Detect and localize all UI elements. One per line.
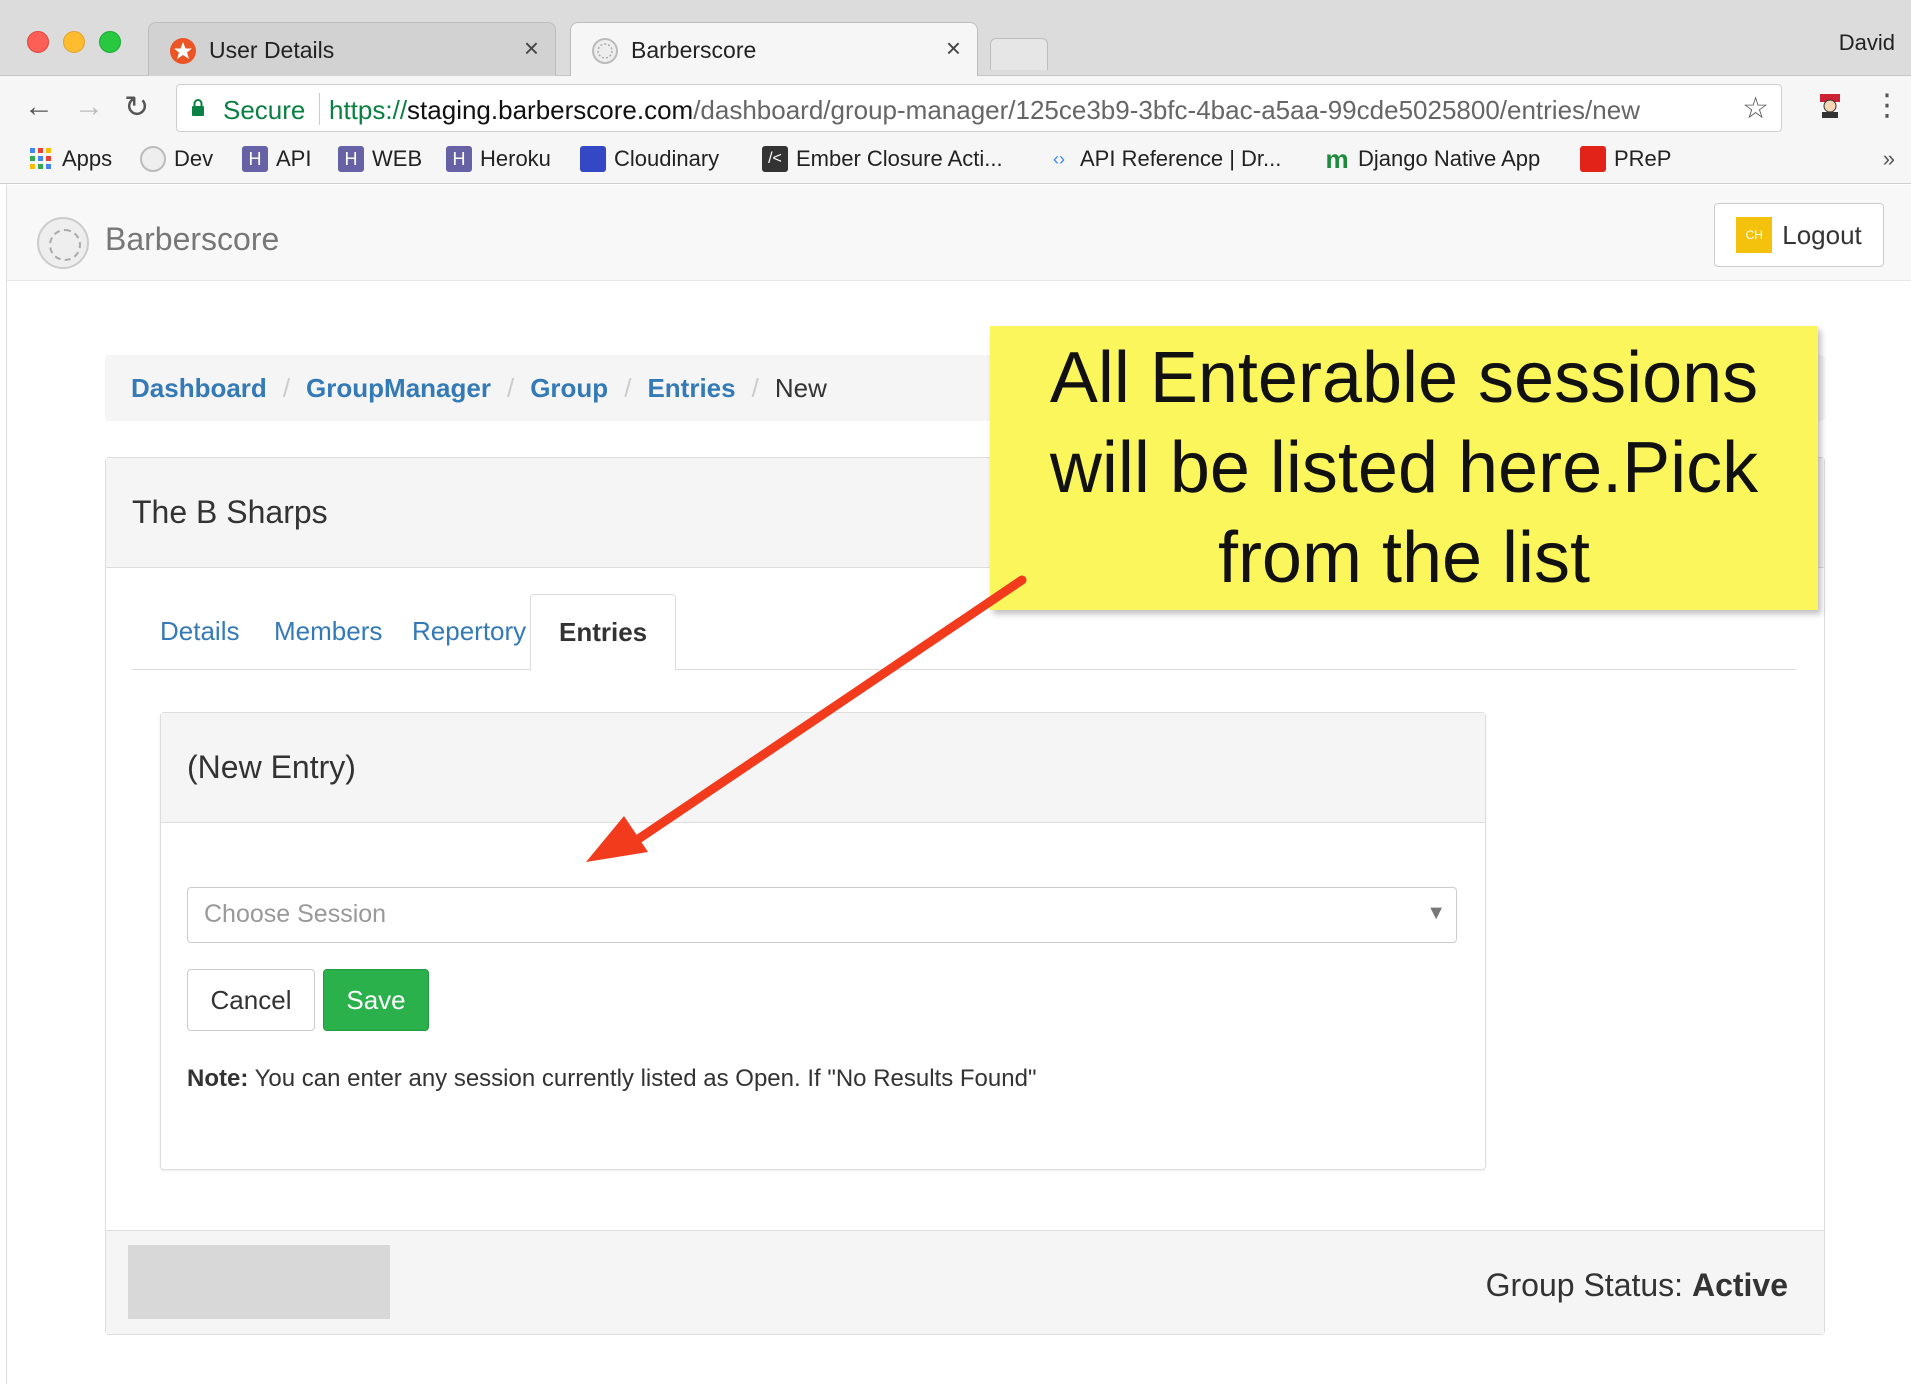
- breadcrumb-groupmanager[interactable]: GroupManager: [306, 373, 491, 404]
- breadcrumb-active: New: [774, 372, 827, 403]
- bookmark-web[interactable]: H WEB: [338, 146, 422, 172]
- breadcrumb-separator: /: [506, 372, 515, 403]
- breadcrumb-entries[interactable]: Entries: [647, 373, 735, 404]
- close-window-button[interactable]: [27, 31, 49, 53]
- brand-name[interactable]: Barberscore: [105, 221, 279, 258]
- logout-button[interactable]: CH Logout: [1714, 203, 1884, 267]
- bookmark-label: Heroku: [480, 146, 551, 171]
- breadcrumb-separator: /: [751, 372, 759, 403]
- browser-tab-user-details[interactable]: User Details ×: [148, 22, 556, 76]
- form-note: Note: You can enter any session currentl…: [187, 1065, 1036, 1093]
- lock-icon: [192, 99, 204, 116]
- breadcrumb-group[interactable]: Group: [530, 373, 608, 404]
- back-arrow-icon[interactable]: ←: [24, 90, 54, 124]
- heroku-icon: H: [446, 146, 472, 172]
- app-navbar: Barberscore CH Logout: [7, 185, 1911, 281]
- auth0-icon: [170, 38, 196, 64]
- annotation-text: All Enterable sessions will be listed he…: [1049, 338, 1759, 598]
- profile-name[interactable]: David: [1839, 30, 1895, 56]
- note-label: Note:: [187, 1065, 249, 1092]
- bookmark-django[interactable]: m Django Native App: [1324, 143, 1541, 174]
- bookmark-label: Apps: [62, 146, 113, 171]
- code-icon: ‹›: [1053, 148, 1065, 169]
- prep-icon: [1580, 146, 1606, 172]
- brand-logo[interactable]: [37, 217, 89, 269]
- ember-icon: /<: [762, 146, 788, 172]
- extension-icon[interactable]: [1814, 90, 1846, 122]
- tab-repertory[interactable]: Repertory: [384, 594, 554, 670]
- url-host: staging.barberscore.com: [407, 95, 694, 125]
- browser-tab-barberscore[interactable]: Barberscore ×: [570, 22, 978, 76]
- barberscore-icon: [592, 38, 618, 64]
- bookmark-label: API Reference | Dr...: [1080, 146, 1282, 171]
- group-panel-footer: Group Status: Active: [106, 1230, 1824, 1334]
- url-path: /dashboard/group-manager/125ce3b9-3bfc-4…: [693, 95, 1640, 125]
- close-icon[interactable]: ×: [946, 33, 961, 64]
- barberscore-icon: [140, 146, 166, 172]
- url-text[interactable]: https://staging.barberscore.com/dashboar…: [329, 95, 1640, 126]
- browser-toolbar: ← → ↻ Secure https://staging.barberscore…: [0, 76, 1911, 138]
- bookmarks-bar: Apps Dev H API H WEB H Heroku Cloudinary…: [0, 138, 1911, 184]
- tab-title: User Details: [209, 37, 335, 63]
- menu-dots-icon[interactable]: ⋮: [1872, 88, 1902, 123]
- apps-grid-icon: [30, 148, 51, 169]
- breadcrumb-dashboard[interactable]: Dashboard: [131, 373, 267, 404]
- bookmark-cloudinary[interactable]: Cloudinary: [580, 146, 719, 172]
- cancel-button[interactable]: Cancel: [187, 969, 315, 1031]
- browser-titlebar: User Details × Barberscore × David: [0, 0, 1911, 76]
- tab-title: Barberscore: [631, 37, 757, 63]
- bookmark-api[interactable]: H API: [242, 146, 311, 172]
- bookmark-label: PReP: [1614, 146, 1672, 171]
- address-divider: [319, 93, 320, 125]
- save-button[interactable]: Save: [323, 969, 429, 1031]
- session-select-placeholder: Choose Session: [204, 900, 387, 928]
- group-status-value: Active: [1691, 1267, 1788, 1303]
- new-entry-panel: (New Entry) Choose Session ▼ Cancel Save…: [160, 712, 1486, 1170]
- bookmarks-overflow-icon[interactable]: »: [1883, 146, 1895, 172]
- new-tab-button[interactable]: [990, 38, 1048, 70]
- bookmark-label: Dev: [174, 146, 214, 171]
- bookmark-prep[interactable]: PReP: [1580, 146, 1671, 172]
- django-icon: m: [1325, 143, 1349, 174]
- secure-label: Secure: [223, 95, 306, 125]
- bookmark-star-icon[interactable]: ☆: [1742, 91, 1769, 126]
- minimize-window-button[interactable]: [63, 31, 85, 53]
- address-bar[interactable]: Secure https://staging.barberscore.com/d…: [176, 84, 1782, 132]
- close-icon[interactable]: ×: [524, 33, 539, 64]
- url-scheme: https://: [329, 95, 408, 125]
- bookmark-label: WEB: [372, 146, 423, 171]
- new-entry-header: (New Entry): [161, 713, 1485, 823]
- note-text: You can enter any session currently list…: [248, 1065, 1037, 1092]
- caret-down-icon: ▼: [1426, 902, 1446, 924]
- forward-arrow-icon[interactable]: →: [74, 90, 104, 124]
- bookmark-apps[interactable]: Apps: [28, 146, 112, 172]
- avatar: CH: [1736, 217, 1773, 253]
- bookmark-api-reference[interactable]: ‹› API Reference | Dr...: [1046, 146, 1281, 172]
- annotation-callout: All Enterable sessions will be listed he…: [990, 326, 1818, 610]
- logout-label: Logout: [1782, 219, 1862, 250]
- bookmark-heroku[interactable]: H Heroku: [446, 146, 551, 172]
- session-select[interactable]: Choose Session ▼: [187, 887, 1457, 943]
- breadcrumb-separator: /: [624, 372, 632, 403]
- group-status: Group Status: Active: [1486, 1267, 1788, 1304]
- breadcrumb-separator: /: [282, 372, 291, 403]
- bookmark-dev[interactable]: Dev: [140, 146, 213, 172]
- cloudinary-icon: [580, 146, 606, 172]
- group-status-label: Group Status:: [1485, 1267, 1684, 1303]
- bookmark-label: Cloudinary: [614, 146, 720, 171]
- footer-image-placeholder: [128, 1245, 390, 1319]
- tab-entries[interactable]: Entries: [530, 594, 677, 671]
- bookmark-label: Ember Closure Acti...: [796, 146, 1003, 171]
- new-entry-title: (New Entry): [187, 749, 356, 785]
- heroku-icon: H: [242, 146, 268, 172]
- reload-icon[interactable]: ↻: [124, 90, 149, 125]
- bookmark-label: API: [276, 146, 312, 171]
- bookmark-ember[interactable]: /< Ember Closure Acti...: [762, 146, 1003, 172]
- maximize-window-button[interactable]: [99, 31, 121, 53]
- heroku-icon: H: [338, 146, 364, 172]
- bookmark-label: Django Native App: [1358, 146, 1541, 171]
- group-title: The B Sharps: [132, 494, 328, 530]
